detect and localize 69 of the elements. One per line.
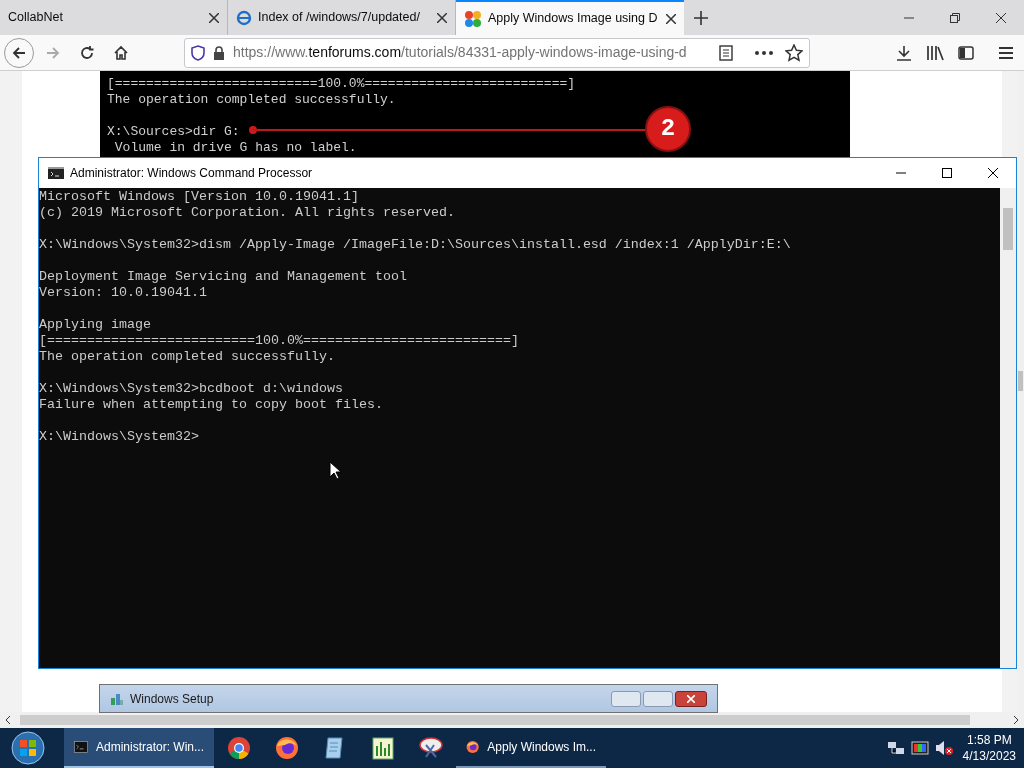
taskbar-button[interactable]: Administrator: Win... [64, 728, 214, 768]
console-line: Volume in drive G has no label. [113, 140, 357, 156]
callout-number: 2 [645, 106, 691, 152]
chart-icon [372, 736, 394, 760]
sidebar-icon[interactable] [958, 45, 974, 60]
window-title: Windows Setup [130, 690, 214, 708]
close-button[interactable] [675, 690, 707, 707]
tab-title: Apply Windows Image using D [488, 10, 658, 28]
clock-time[interactable]: 1:58 PM [966, 732, 1012, 748]
console-line: Failure when attempting to copy boot files. [39, 397, 384, 413]
tool-icon [418, 736, 444, 760]
notepad-icon [324, 736, 346, 760]
display-icon[interactable] [910, 740, 929, 756]
close-icon [988, 168, 998, 178]
address-bar[interactable]: https://www.tenforums.com/tutorials/84331-apply-windows-image-using-d [184, 37, 810, 68]
url-text: https://www.tenforums.com/tutorials/84331-apply-windows-image-using-d [233, 43, 687, 62]
maximize-icon [942, 168, 952, 178]
arrow-right-icon [45, 44, 61, 61]
console-icon [74, 738, 88, 756]
mouse-pointer-icon [329, 461, 341, 480]
arrow-left-icon [11, 44, 27, 61]
network-icon[interactable] [886, 740, 905, 756]
windows-logo-icon [11, 731, 45, 765]
shield-icon [191, 44, 205, 61]
reader-view-icon[interactable] [719, 44, 733, 61]
star-icon[interactable] [785, 43, 803, 62]
console-line: [==========================100.0%==========================] [39, 333, 520, 349]
scroll-left-icon[interactable] [4, 716, 12, 724]
chrome-icon [227, 736, 251, 760]
taskbar-button[interactable]: Apply Windows Im... [456, 728, 606, 768]
reload-icon [79, 44, 95, 61]
setup-icon [110, 691, 124, 706]
globe-icon [236, 9, 252, 26]
more-icon[interactable] [755, 50, 773, 55]
clock-date[interactable]: 4/13/2023 [962, 748, 1016, 764]
close-icon[interactable] [437, 12, 447, 23]
close-icon[interactable] [666, 13, 676, 24]
console-line: [==========================100.0%==========================] [107, 76, 576, 92]
library-icon[interactable] [926, 44, 944, 61]
window-title: Administrator: Windows Command Processor [70, 165, 313, 182]
scroll-right-icon[interactable] [1012, 716, 1020, 724]
tab-title: CollabNet [8, 9, 63, 27]
home-icon [113, 44, 129, 61]
console-line: Version: 10.0.19041.1 [39, 285, 208, 301]
console-icon [48, 167, 64, 179]
close-icon [996, 12, 1006, 23]
menu-icon[interactable] [998, 45, 1014, 60]
muted-speaker-icon[interactable] [934, 740, 953, 756]
close-icon [687, 694, 695, 703]
console-line: X:\Sources>dir G: [107, 124, 240, 140]
console-line: The operation completed successfully. [107, 92, 396, 108]
console-line: X:\Windows\System32>dism /Apply-Image /ImageFile:D:\Sources\install.esd /index:1 /ApplyDir:E:\ [39, 237, 792, 253]
four-color-icon [464, 9, 482, 28]
firefox-icon [275, 736, 299, 760]
restore-icon [950, 12, 960, 23]
browser-tab[interactable]: Apply Windows Image using D [456, 0, 684, 35]
console-line: (c) 2019 Microsoft Corporation. All rights reserved. [39, 205, 456, 221]
tab-title: Index of /windows/7/updated/ [258, 9, 420, 27]
download-icon[interactable] [896, 44, 912, 61]
console-line: X:\Windows\System32>bcdboot d:\windows [39, 381, 344, 397]
console-line: Deployment Image Servicing and Management tool [39, 269, 408, 285]
console-line: Applying image [39, 317, 152, 333]
close-icon[interactable] [209, 12, 219, 23]
lock-icon [213, 45, 225, 60]
plus-icon [694, 10, 708, 25]
scrollbar-thumb[interactable] [20, 715, 970, 725]
console-line: X:\Windows\System32> [39, 429, 200, 445]
console-line: The operation completed successfully. [39, 349, 336, 365]
console-line: Microsoft Windows [Version 10.0.19041.1] [39, 189, 360, 205]
